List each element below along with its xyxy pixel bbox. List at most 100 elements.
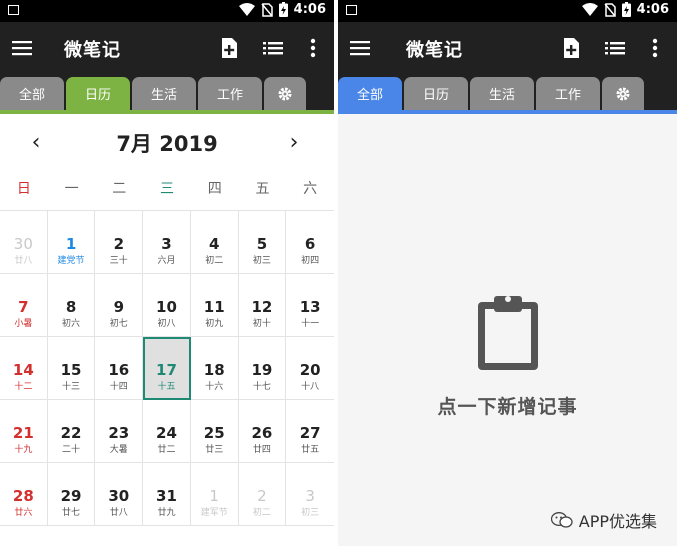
lunar-date: 十四 xyxy=(109,382,128,392)
tab-work[interactable]: 工作 xyxy=(198,77,262,110)
lunar-date: 十九 xyxy=(14,445,33,455)
lunar-date: 六月 xyxy=(157,256,176,266)
day-number: 28 xyxy=(12,487,34,505)
calendar-day[interactable]: 4 初二 xyxy=(190,211,239,274)
menu-icon[interactable] xyxy=(11,36,33,60)
lunar-date: 廿九 xyxy=(157,508,176,518)
day-number: 7 xyxy=(18,298,29,316)
tab-calendar[interactable]: 日历 xyxy=(404,77,468,110)
wechat-logo-icon xyxy=(550,512,573,528)
weekday-sat: 六 xyxy=(303,181,318,197)
tab-settings[interactable] xyxy=(602,77,644,110)
calendar-day[interactable]: 10 初八 xyxy=(143,274,191,337)
calendar-day[interactable]: 9 初七 xyxy=(95,274,144,337)
battery-charging-icon xyxy=(278,2,288,17)
tab-all[interactable]: 全部 xyxy=(0,77,64,110)
calendar-day[interactable]: 29 廿七 xyxy=(47,463,96,526)
next-month-button[interactable]: › xyxy=(282,130,306,155)
lunar-date: 廿八 xyxy=(109,508,128,518)
calendar-day[interactable]: 14 十二 xyxy=(0,337,48,400)
tab-all[interactable]: 全部 xyxy=(338,77,402,110)
day-number: 1 xyxy=(209,487,219,505)
calendar-day[interactable]: 23 大暑 xyxy=(95,400,144,463)
list-view-icon[interactable] xyxy=(262,36,284,60)
calendar-day[interactable]: 22 二十 xyxy=(47,400,96,463)
weekday-tue: 二 xyxy=(112,181,127,197)
calendar-day[interactable]: 18 十六 xyxy=(190,337,239,400)
day-number: 9 xyxy=(113,298,124,316)
calendar-day[interactable]: 30 廿八 xyxy=(0,211,48,274)
add-note-icon[interactable] xyxy=(218,36,240,60)
lunar-date: 廿三 xyxy=(205,445,224,455)
calendar-day[interactable]: 13 十一 xyxy=(286,274,334,337)
calendar-day[interactable]: 11 初九 xyxy=(190,274,239,337)
calendar-day[interactable]: 5 初三 xyxy=(238,211,287,274)
calendar-day[interactable]: 2 三十 xyxy=(95,211,144,274)
calendar-day[interactable]: 27 廿五 xyxy=(286,400,334,463)
watermark: APP优选集 xyxy=(550,508,657,532)
day-number: 27 xyxy=(299,424,321,442)
calendar-day[interactable]: 3 初三 xyxy=(286,463,334,526)
calendar-day[interactable]: 25 廿三 xyxy=(190,400,239,463)
lunar-date: 初三 xyxy=(301,508,320,518)
day-number: 8 xyxy=(65,298,77,316)
lunar-date: 十三 xyxy=(62,382,81,392)
app-title: 微笔记 xyxy=(406,40,463,61)
lunar-date: 十七 xyxy=(252,382,271,392)
calendar-day[interactable]: 3 六月 xyxy=(143,211,191,274)
lunar-date: 小暑 xyxy=(14,319,33,329)
empty-state[interactable]: 点一下新增记事 xyxy=(338,290,677,419)
calendar-day[interactable]: 16 十四 xyxy=(95,337,144,400)
calendar-day[interactable]: 20 十八 xyxy=(286,337,334,400)
calendar-day-today[interactable]: 17 十五 xyxy=(143,337,191,400)
tab-work[interactable]: 工作 xyxy=(536,77,600,110)
day-number: 10 xyxy=(156,298,177,316)
tab-settings[interactable] xyxy=(264,77,306,110)
day-number: 2 xyxy=(257,487,267,505)
day-number: 31 xyxy=(156,487,177,505)
lunar-date: 建军节 xyxy=(200,508,228,518)
lunar-date: 十六 xyxy=(205,382,224,392)
calendar-day[interactable]: 6 初四 xyxy=(286,211,334,274)
day-number: 21 xyxy=(12,424,34,442)
tab-life[interactable]: 生活 xyxy=(470,77,534,110)
empty-state-message: 点一下新增记事 xyxy=(437,396,578,418)
lunar-date: 廿五 xyxy=(301,445,320,455)
calendar-day[interactable]: 8 初六 xyxy=(47,274,96,337)
lunar-date: 二十 xyxy=(62,445,81,455)
no-sim-icon xyxy=(261,2,273,17)
calendar-day[interactable]: 30 廿八 xyxy=(95,463,144,526)
lunar-date: 廿二 xyxy=(157,445,176,455)
day-number: 24 xyxy=(156,424,177,442)
calendar-screen: 4:06 微笔记 全部 日历 生活 工作 ‹ 7月 2019 › 日 一 二 三… xyxy=(0,0,334,546)
calendar-day[interactable]: 21 十九 xyxy=(0,400,48,463)
calendar-day[interactable]: 26 廿四 xyxy=(238,400,287,463)
lunar-date: 廿七 xyxy=(62,508,81,518)
calendar-day[interactable]: 19 十七 xyxy=(238,337,287,400)
more-options-icon[interactable] xyxy=(644,36,666,60)
tab-calendar[interactable]: 日历 xyxy=(66,77,130,110)
calendar-day[interactable]: 31 廿九 xyxy=(143,463,191,526)
day-number: 16 xyxy=(108,361,130,379)
add-note-icon[interactable] xyxy=(560,36,582,60)
weekday-thu: 四 xyxy=(207,181,222,197)
weekday-fri: 五 xyxy=(255,181,270,197)
lunar-date: 三十 xyxy=(109,256,128,266)
lunar-date: 初四 xyxy=(301,256,320,266)
day-number: 17 xyxy=(156,361,177,379)
tab-life[interactable]: 生活 xyxy=(132,77,196,110)
calendar-day[interactable]: 1 建党节 xyxy=(47,211,96,274)
more-options-icon[interactable] xyxy=(302,36,324,60)
calendar-day[interactable]: 24 廿二 xyxy=(143,400,191,463)
calendar-day[interactable]: 28 廿六 xyxy=(0,463,48,526)
menu-icon[interactable] xyxy=(349,36,371,60)
list-view-icon[interactable] xyxy=(604,36,626,60)
calendar-day[interactable]: 1 建军节 xyxy=(190,463,239,526)
calendar-day[interactable]: 2 初二 xyxy=(238,463,287,526)
calendar-day[interactable]: 7 小暑 xyxy=(0,274,48,337)
calendar-day[interactable]: 12 初十 xyxy=(238,274,287,337)
day-number: 23 xyxy=(108,424,130,442)
calendar-day[interactable]: 15 十三 xyxy=(47,337,96,400)
wifi-icon xyxy=(581,2,598,16)
lunar-date: 初六 xyxy=(62,319,81,329)
